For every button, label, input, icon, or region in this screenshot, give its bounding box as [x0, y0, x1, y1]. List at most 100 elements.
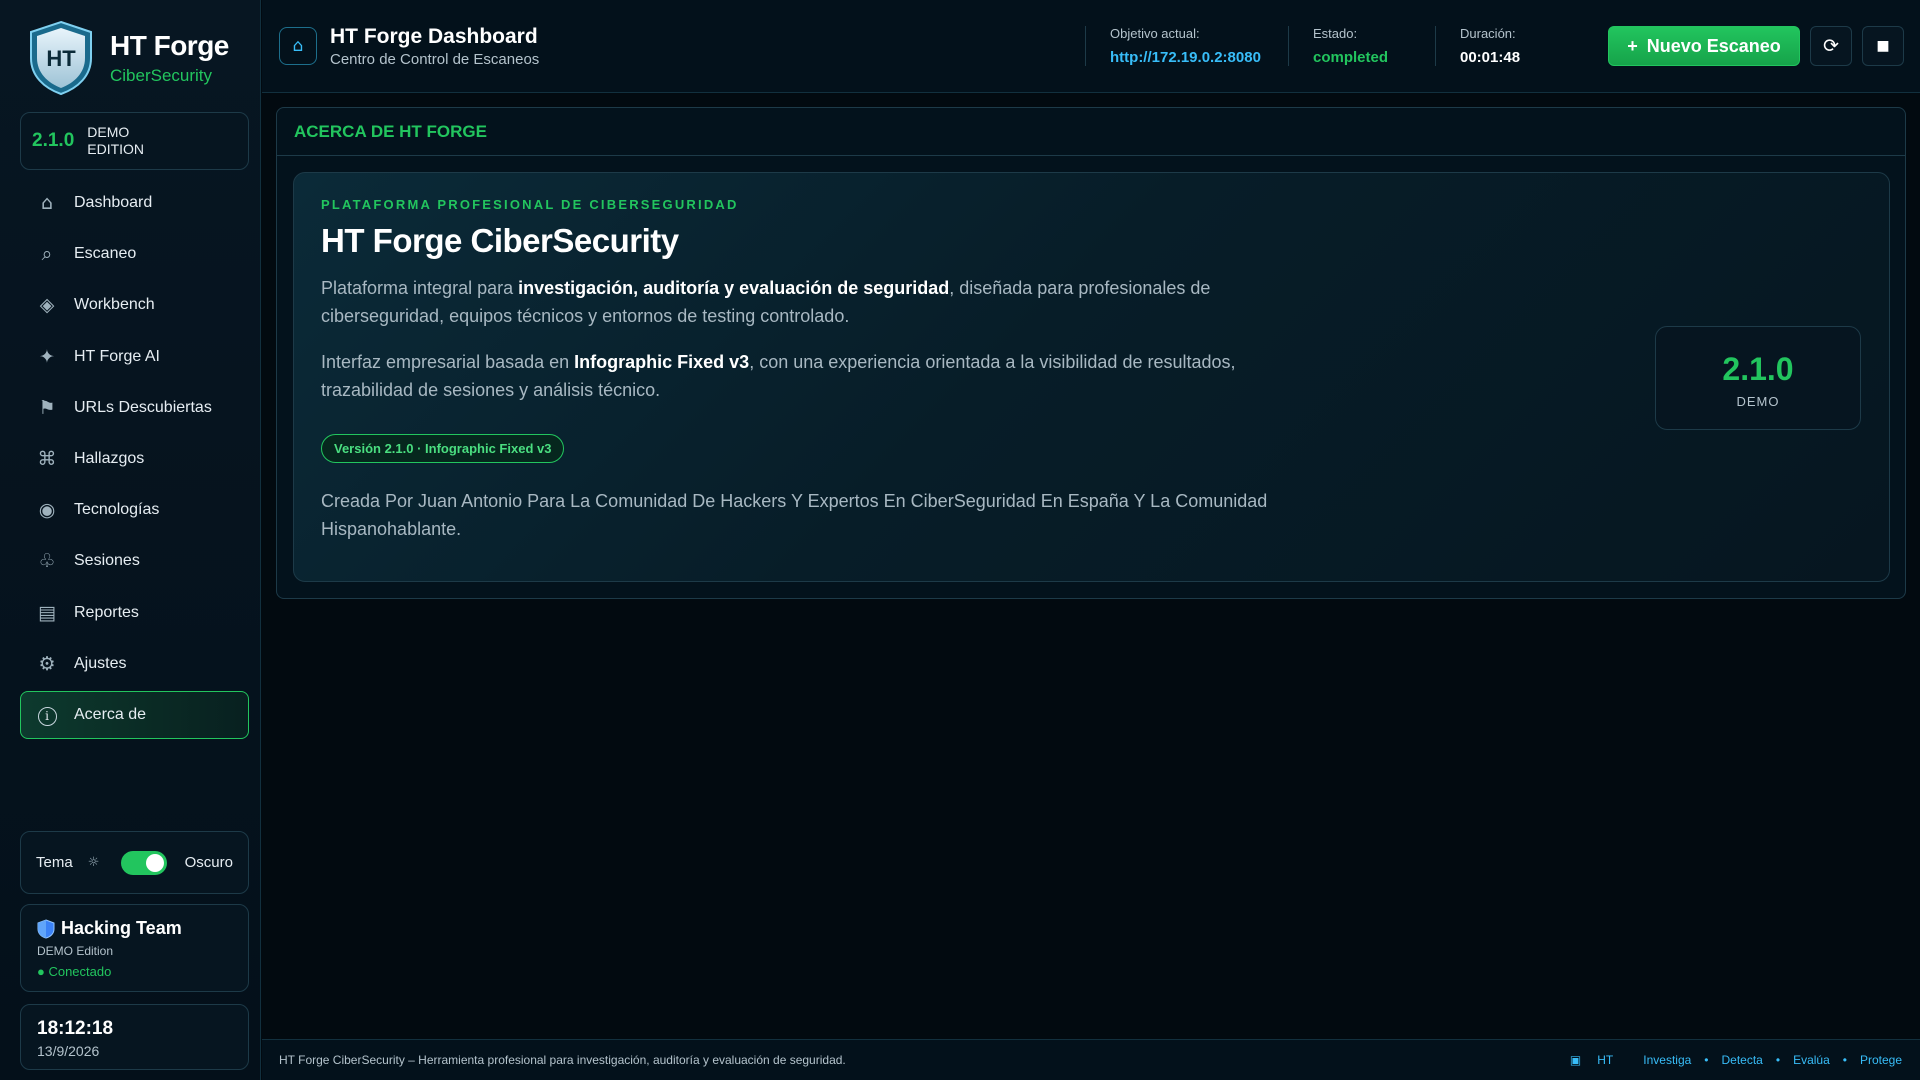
version-badge: Versión 2.1.0 · Infographic Fixed v3 — [321, 434, 565, 463]
sidebar-item-workbench[interactable]: ◈ Workbench — [20, 281, 249, 329]
sidebar-item-label: Hallazgos — [74, 449, 145, 467]
home-button[interactable]: ⌂ — [279, 27, 317, 65]
target-url[interactable]: http://172.19.0.2:8080 — [1110, 49, 1261, 66]
new-scan-button[interactable]: + Nuevo Escaneo — [1608, 26, 1800, 66]
ht-badge-icon: ▣ — [1569, 1053, 1582, 1067]
sidebar-item-acerca-de[interactable]: i Acerca de — [20, 690, 249, 739]
credits-paragraph: Creada Por Juan Antonio Para La Comunida… — [321, 491, 1268, 539]
shield-logo-icon: HT — [30, 20, 92, 96]
sidebar-item-label: URLs Descubiertas — [74, 398, 212, 416]
theme-label: Tema — [36, 854, 73, 871]
duration-value: 00:01:48 — [1460, 49, 1521, 66]
connection-status: ● Conectado — [37, 964, 112, 979]
sidebar-item-dashboard[interactable]: ⌂ Dashboard — [20, 179, 249, 227]
users-icon: ♧ — [38, 550, 56, 573]
sidebar-item-label: Acerca de — [74, 705, 147, 723]
footer-text: HT Forge CiberSecurity – Herramienta pro… — [279, 1053, 846, 1067]
duration-label: Duración: — [1460, 26, 1516, 41]
current-target: Objetivo actual: http://172.19.0.2:8080 — [1085, 26, 1261, 66]
version-box: 2.1.0 DEMO EDITION — [20, 112, 249, 170]
footer-link-detecta[interactable]: Detecta — [1722, 1053, 1763, 1067]
stop-icon: ■ — [1876, 38, 1890, 54]
flag-icon: ⚑ — [38, 396, 56, 419]
shield-icon — [37, 918, 55, 939]
brand-name: HT Forge — [110, 30, 229, 61]
toggle-knob — [146, 853, 165, 872]
info-icon: i — [37, 707, 57, 727]
logo-text: HT — [46, 46, 76, 71]
command-icon: ⌘ — [37, 447, 57, 470]
sidebar-item-label: Reportes — [74, 603, 139, 621]
target-label: Objetivo actual: — [1110, 26, 1200, 41]
interface-paragraph: Interfaz empresarial basada en Infograph… — [321, 352, 1236, 400]
separator: • — [1775, 1053, 1781, 1067]
stop-button[interactable]: ■ — [1862, 26, 1904, 66]
scan-state: Estado: completed — [1288, 26, 1388, 66]
sidebar-item-label: HT Forge AI — [74, 347, 160, 365]
sun-icon: ☼ — [87, 855, 100, 870]
footer: HT Forge CiberSecurity – Herramienta pro… — [262, 1039, 1920, 1080]
sidebar-item-urls[interactable]: ⚑ URLs Descubiertas — [20, 384, 249, 432]
team-name: Hacking Team — [61, 918, 182, 938]
top-header: ⌂ HT Forge Dashboard Centro de Control d… — [262, 0, 1920, 93]
scan-duration: Duración: 00:01:48 — [1435, 26, 1520, 66]
brand[interactable]: HT HT Forge CiberSecurity — [28, 20, 229, 96]
version-number: 2.1.0 — [32, 130, 75, 151]
state-label: Estado: — [1313, 26, 1358, 41]
footer-links: ▣ HT Investiga • Detecta • Evalúa • Prot… — [1570, 1053, 1902, 1067]
brand-subtitle: CiberSecurity — [110, 66, 213, 85]
card-title: HT Forge CiberSecurity — [321, 222, 679, 259]
sidebar: HT HT Forge CiberSecurity 2.1.0 DEMO EDI… — [0, 0, 261, 1080]
description-paragraph: Plataforma integral para investigación, … — [321, 278, 1211, 326]
sidebar-item-label: Ajustes — [74, 654, 127, 672]
sidebar-item-sesiones[interactable]: ♧ Sesiones — [20, 537, 249, 585]
theme-value: Oscuro — [184, 854, 233, 871]
sidebar-item-reportes[interactable]: ▤ Reportes — [20, 589, 249, 637]
clock-date: 13/9/2026 — [37, 1043, 100, 1059]
panel-title: ACERCA DE HT FORGE — [277, 108, 1905, 156]
sidebar-item-label: Escaneo — [74, 245, 137, 263]
footer-link-investiga[interactable]: Investiga — [1643, 1053, 1691, 1067]
new-scan-label: Nuevo Escaneo — [1646, 35, 1781, 56]
version-edition: DEMO EDITION — [87, 124, 145, 157]
sparkle-icon: ✦ — [39, 345, 55, 368]
page-title: HT Forge Dashboard — [330, 25, 538, 48]
sidebar-item-label: Dashboard — [74, 194, 153, 211]
sidebar-item-ht-forge-ai[interactable]: ✦ HT Forge AI — [20, 333, 249, 381]
state-value: completed — [1313, 49, 1389, 66]
eyebrow: PLATAFORMA PROFESIONAL DE CIBERSEGURIDAD — [321, 197, 739, 212]
about-panel: ACERCA DE HT FORGE PLATAFORMA PROFESIONA… — [276, 107, 1906, 599]
footer-link-evalua[interactable]: Evalúa — [1793, 1053, 1830, 1067]
gear-icon: ⚙ — [38, 652, 56, 675]
app-root: HT HT Forge CiberSecurity 2.1.0 DEMO EDI… — [0, 0, 1920, 1080]
document-icon: ▤ — [38, 601, 56, 624]
version-card-number: 2.1.0 — [1722, 351, 1794, 387]
home-icon: ⌂ — [292, 36, 304, 56]
version-card-label: DEMO — [1736, 394, 1780, 409]
plus-icon: + — [1627, 35, 1638, 56]
footer-link-protege[interactable]: Protege — [1860, 1053, 1902, 1067]
sidebar-item-escaneo[interactable]: ⌕ Escaneo — [20, 230, 249, 278]
sidebar-item-tecnologias[interactable]: ◉ Tecnologías — [20, 486, 249, 534]
refresh-icon: ⟳ — [1823, 35, 1839, 57]
sidebar-nav: ⌂ Dashboard ⌕ Escaneo ◈ Workbench ✦ HT F… — [20, 179, 249, 742]
theme-toggle[interactable] — [121, 850, 168, 875]
footer-ht: HT — [1597, 1053, 1614, 1067]
diamond-icon: ◈ — [39, 294, 55, 317]
clock-card: 18:12:18 13/9/2026 — [20, 1004, 249, 1070]
theme-switcher: Tema ☼ Oscuro — [20, 831, 249, 894]
team-edition: DEMO Edition — [37, 944, 114, 958]
refresh-button[interactable]: ⟳ — [1810, 26, 1852, 66]
home-icon: ⌂ — [40, 192, 54, 214]
sidebar-item-ajustes[interactable]: ⚙ Ajustes — [20, 640, 249, 688]
clock-time: 18:12:18 — [37, 1018, 114, 1039]
separator: • — [1842, 1053, 1847, 1067]
radio-icon: ◉ — [38, 499, 56, 522]
sidebar-item-label: Workbench — [74, 296, 155, 314]
sidebar-item-label: Tecnologías — [74, 501, 160, 519]
page-subtitle: Centro de Control de Escaneos — [330, 51, 540, 68]
version-card: 2.1.0 DEMO — [1655, 326, 1861, 430]
sidebar-item-hallazgos[interactable]: ⌘ Hallazgos — [20, 435, 249, 483]
sidebar-item-label: Sesiones — [74, 552, 140, 570]
search-icon: ⌕ — [41, 243, 53, 266]
